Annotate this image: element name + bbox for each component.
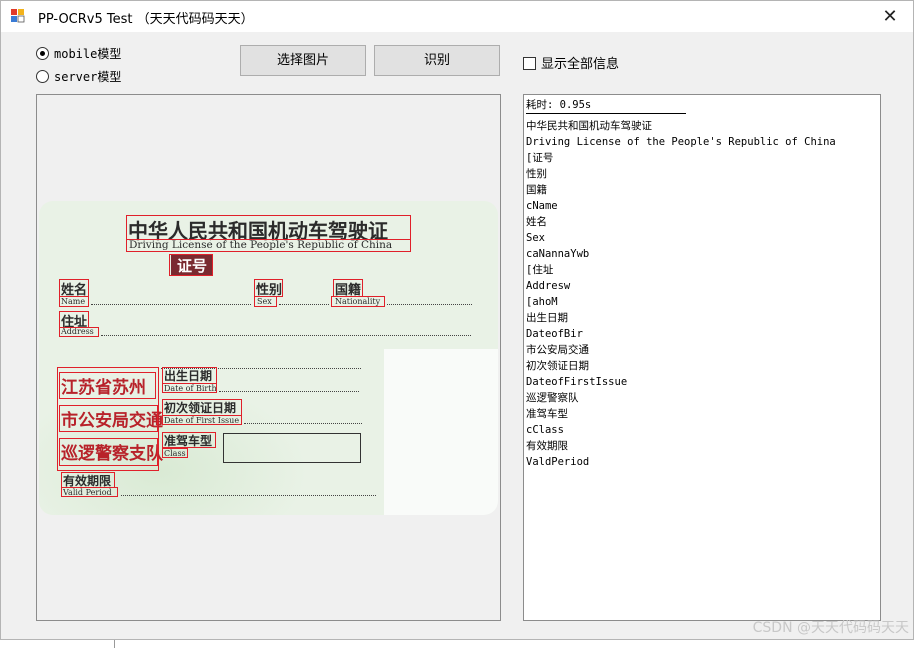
result-line: 有效期限 xyxy=(526,440,568,452)
photo-area xyxy=(384,349,498,515)
elapsed-time: 耗时: 0.95s xyxy=(526,99,592,111)
result-line: 市公安局交通 xyxy=(526,344,589,356)
result-line: cName xyxy=(526,200,558,212)
ocr-box xyxy=(59,279,89,297)
ocr-box xyxy=(162,367,217,384)
ocr-box xyxy=(162,448,188,458)
radio-server-model[interactable]: server模型 xyxy=(36,68,121,85)
ocr-box xyxy=(333,279,363,297)
result-line: [证号 xyxy=(526,152,554,164)
result-line: DateofFirstIssue xyxy=(526,376,628,388)
result-line: cClass xyxy=(526,424,564,436)
driving-license-image: 中华人民共和国机动车驾驶证 Driving License of the Peo… xyxy=(39,201,498,515)
app-window: PP-OCRv5 Test （天天代码码天天） ✕ mobile模型 serve… xyxy=(0,0,914,640)
ocr-box xyxy=(59,405,158,432)
result-line: 初次领证日期 xyxy=(526,360,589,372)
result-line: Driving License of the People's Republic… xyxy=(526,136,836,148)
result-line: ValdPeriod xyxy=(526,456,590,468)
result-textbox[interactable]: 耗时: 0.95s 中华民共和国机动车驾驶证 Driving License of… xyxy=(523,94,881,621)
choose-image-button[interactable]: 选择图片 xyxy=(240,45,366,76)
radio-selected-icon xyxy=(36,47,49,60)
ocr-box xyxy=(254,279,283,297)
ocr-box xyxy=(169,254,213,276)
result-line: Sex xyxy=(526,232,545,244)
ocr-box xyxy=(59,327,99,337)
ocr-box xyxy=(162,383,217,393)
result-line: 中华民共和国机动车驾驶证 xyxy=(526,120,652,132)
ocr-box xyxy=(59,311,89,328)
ocr-box xyxy=(331,296,385,307)
radio-mobile-model[interactable]: mobile模型 xyxy=(36,45,121,62)
show-all-label: 显示全部信息 xyxy=(541,57,620,72)
radio-unselected-icon xyxy=(36,70,49,83)
ocr-box xyxy=(61,472,115,488)
ocr-box xyxy=(61,487,118,497)
recognize-button[interactable]: 识别 xyxy=(374,45,500,76)
result-lines: 中华民共和国机动车驾驶证 Driving License of the Peopl… xyxy=(526,118,880,470)
title-bar: PP-OCRv5 Test （天天代码码天天） ✕ xyxy=(1,1,913,32)
bottom-strip xyxy=(114,640,915,648)
close-button[interactable]: ✕ xyxy=(867,1,913,32)
watermark: CSDN @天天代码码天天 xyxy=(752,620,909,636)
result-line: 巡逻警察队 xyxy=(526,392,579,404)
result-line: 准驾车型 xyxy=(526,408,568,420)
result-line: 性别 xyxy=(526,168,547,180)
result-line: [住址 xyxy=(526,264,554,276)
ocr-box xyxy=(59,372,156,399)
ocr-box xyxy=(162,432,216,448)
result-line: Addresw xyxy=(526,280,571,292)
result-line: DateofBir xyxy=(526,328,583,340)
ocr-box xyxy=(126,239,411,252)
result-line: [ahoM xyxy=(526,296,558,308)
class-value-box xyxy=(223,433,361,463)
ocr-box xyxy=(162,415,242,425)
app-icon xyxy=(11,9,25,23)
result-line: 出生日期 xyxy=(526,312,568,324)
ocr-box xyxy=(162,399,242,416)
window-title: PP-OCRv5 Test （天天代码码天天） xyxy=(38,12,254,27)
ocr-box xyxy=(59,438,158,466)
image-preview-panel: 中华人民共和国机动车驾驶证 Driving License of the Peo… xyxy=(36,94,501,621)
ocr-box xyxy=(59,296,89,307)
radio-mobile-label: mobile模型 xyxy=(54,47,122,61)
checkbox-icon xyxy=(523,57,536,70)
ocr-box xyxy=(126,215,411,240)
result-line: caNannaYwb xyxy=(526,248,590,260)
ocr-box xyxy=(254,296,277,307)
result-line: 国籍 xyxy=(526,184,547,196)
radio-server-label: server模型 xyxy=(54,70,122,84)
result-line: 姓名 xyxy=(526,216,547,228)
separator-line xyxy=(526,113,686,114)
show-all-checkbox[interactable]: 显示全部信息 xyxy=(523,53,619,72)
